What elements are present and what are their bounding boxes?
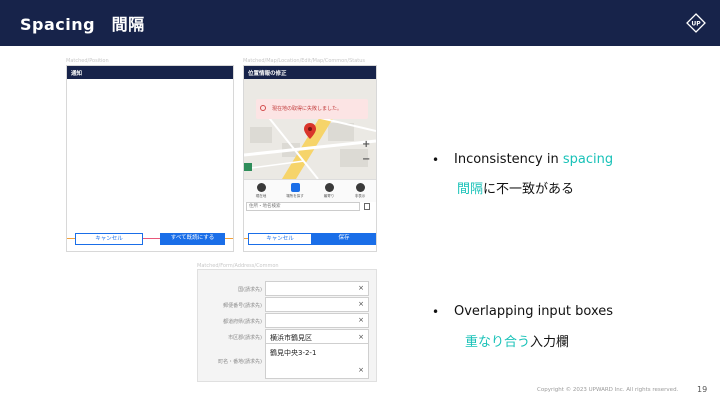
hide-icon[interactable]: [356, 183, 365, 192]
bullet-2-ja: 重なり合う入力欄: [465, 335, 570, 350]
form-label-city: 市区郡(請求先): [228, 335, 262, 341]
save-button[interactable]: 保存: [312, 233, 376, 245]
slide-title: Spacing 間隔: [20, 15, 145, 34]
clear-icon[interactable]: ×: [358, 333, 364, 341]
city-value: 横浜市鶴見区: [270, 334, 312, 342]
find-place-label: 場所を探す: [286, 194, 304, 198]
form-label-country: 国(請求先): [238, 287, 262, 293]
upward-logo-icon: UP: [686, 13, 706, 33]
bullet-marker: •: [432, 153, 440, 167]
postal-code-field[interactable]: ×: [265, 297, 369, 312]
clear-icon[interactable]: ×: [358, 366, 364, 374]
notifications-header-bar: 通知: [67, 66, 233, 79]
svg-text:UP: UP: [691, 21, 701, 28]
hide-label: 非表示: [354, 194, 366, 198]
mark-all-read-button[interactable]: すべて既読にする: [160, 233, 225, 245]
bullet-2-en: Overlapping input boxes: [454, 304, 614, 319]
location-header-bar: 位置情報の修正: [244, 66, 376, 79]
zoom-in-button[interactable]: +: [362, 139, 370, 150]
find-place-icon[interactable]: [291, 183, 300, 192]
location-error-text: 現在地の取得に失敗しました。: [272, 106, 343, 112]
spacing-marker-left: [67, 238, 75, 239]
map-action-row: 現在地 場所を探す 最寄り 非表示: [244, 179, 376, 202]
nearby-icon[interactable]: [325, 183, 334, 192]
address-search-input[interactable]: 住所・地名検索: [246, 202, 360, 211]
form-label-street: 町名・番地(請求先): [218, 359, 262, 365]
form-label-prefecture: 都道府県(請求先): [223, 319, 262, 325]
cancel-button-b[interactable]: キャンセル: [248, 233, 312, 245]
current-location-icon[interactable]: [257, 183, 266, 192]
bullet-1-en: Inconsistency in spacing: [454, 152, 614, 167]
address-form: 国(請求先) × 郵便番号(請求先) × 都道府県(請求先) × 市区郡(請求先…: [197, 269, 377, 382]
zoom-out-button[interactable]: −: [362, 154, 370, 165]
location-error-banner: 現在地の取得に失敗しました。: [256, 99, 368, 119]
slide-header: Spacing 間隔 UP: [0, 0, 720, 46]
bullet-1-ja: 間隔に不一致がある: [457, 182, 575, 197]
page-number: 19: [697, 385, 708, 394]
cancel-button[interactable]: キャンセル: [75, 233, 143, 245]
street-address-field[interactable]: 鶴見中央3-2-1 ×: [265, 343, 369, 379]
copy-icon[interactable]: [364, 203, 370, 210]
notifications-screen: 通知 キャンセル すべて既読にする: [66, 65, 234, 252]
notifications-title: 通知: [71, 71, 83, 77]
clear-icon[interactable]: ×: [358, 284, 364, 292]
map-graphic: [244, 79, 376, 179]
bullet-marker: •: [432, 305, 440, 319]
frame-label-location: Matched/Map/Location/Edit/Map/Common/Sta…: [243, 58, 365, 64]
map-view[interactable]: 現在地の取得に失敗しました。 + −: [244, 79, 376, 179]
clear-icon[interactable]: ×: [358, 300, 364, 308]
error-icon: [260, 105, 266, 111]
form-label-postal: 郵便番号(請求先): [223, 303, 262, 309]
street-value: 鶴見中央3-2-1: [270, 349, 317, 357]
spacing-marker-middle: [143, 238, 160, 239]
location-title: 位置情報の修正: [248, 71, 287, 77]
current-location-label: 現在地: [255, 194, 267, 198]
clear-icon[interactable]: ×: [358, 316, 364, 324]
frame-label-notifications: Matched/Position: [66, 58, 109, 64]
copyright-text: Copyright © 2023 UPWARD Inc. All rights …: [537, 387, 679, 393]
spacing-marker-right: [225, 238, 233, 239]
nearby-label: 最寄り: [323, 194, 335, 198]
prefecture-field[interactable]: ×: [265, 313, 369, 328]
location-edit-screen: 位置情報の修正 現在地の取得に失敗しました。 + − 現在地 場所を探す 最寄り…: [243, 65, 377, 252]
country-field[interactable]: ×: [265, 281, 369, 296]
